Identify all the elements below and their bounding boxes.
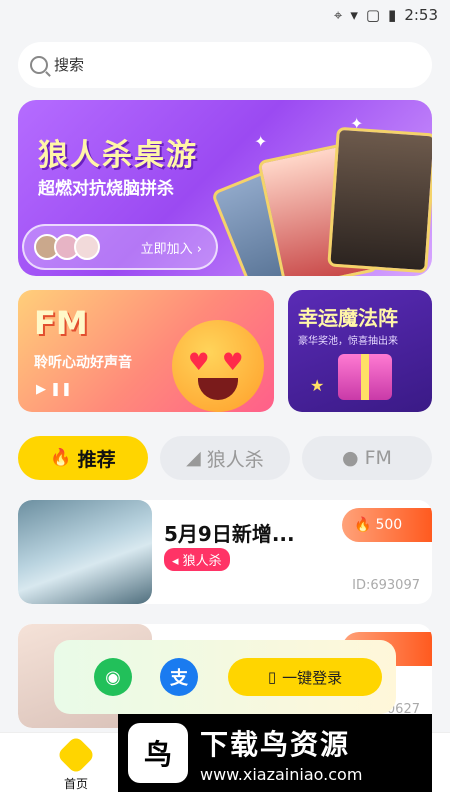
wechat-login-button[interactable]: ◉ [94,658,132,696]
avatar [74,234,100,260]
battery-icon: ▮ [388,6,397,24]
tab-label: 狼人杀 [206,448,264,471]
status-time: 2:53 [404,6,438,24]
room-card[interactable]: 5月9日新增... ◂ 狼人杀 🔥 500 ID:693097 [18,500,432,604]
tab-recommend[interactable]: 🔥 推荐 [18,436,148,480]
bird-logo-icon: 鸟 [128,723,188,783]
fm-subtitle: 聆听心动好声音 [34,355,132,371]
location-icon: ⌖ [333,6,343,24]
fm-card[interactable]: FM 聆听心动好声音 ▶ ❚❚ ♥ ♥ [18,290,274,412]
room-id: ID:693097 [352,578,420,593]
room-tag: ◂ 狼人杀 [164,548,230,571]
wechat-icon: ◉ [105,666,121,688]
category-tabs: 🔥 推荐 ◢ 狼人杀 ● FM [18,436,432,482]
heart-eyes-emoji-icon: ♥ ♥ [172,320,264,412]
status-icons: ⌖ ▾ ▢ ▮ 2:53 [334,6,438,24]
watermark-text: 下载鸟资源 www.xiazainiao.com [200,723,362,784]
room-title: 5月9日新增... [164,522,295,546]
login-bar: ◉ 支 ▯ 一键登录 [54,640,396,714]
lucky-magic-card[interactable]: 幸运魔法阵 豪华奖池，惊喜抽出来 ★ [288,290,432,412]
wifi-icon: ▾ [350,6,358,24]
join-now-button[interactable]: 立即加入 › [22,224,218,270]
tab-fm[interactable]: ● FM [302,436,432,480]
alipay-login-button[interactable]: 支 [160,658,198,696]
tab-label: 推荐 [77,448,116,471]
watermark-url: www.xiazainiao.com [200,764,363,784]
phone-icon: ▯ [267,668,277,686]
fire-icon: 🔥 [354,517,372,533]
search-icon [30,56,48,74]
watermark-overlay: 鸟 下载鸟资源 www.xiazainiao.com [118,714,432,792]
mouth-shape [198,378,238,400]
room-thumbnail [18,500,152,604]
tab-werewolf[interactable]: ◢ 狼人杀 [160,436,290,480]
microphone-icon: ● [342,447,359,469]
no-sim-icon: ▢ [365,6,381,24]
search-input[interactable] [54,56,248,74]
werewolf-card-image [327,126,432,274]
werewolf-icon: ◢ [186,447,201,469]
werewolf-banner[interactable]: 狼人杀桌游 超燃对抗烧脑拼杀 ✦ ✦ 立即加入 › [18,100,432,276]
banner-subtitle: 超燃对抗烧脑拼杀 [38,179,174,199]
hot-count: 500 [375,517,403,533]
magic-title: 幸运魔法阵 [298,306,398,330]
watermark-name: 下载鸟资源 [200,727,351,761]
hot-badge: 🔥 500 [342,508,432,542]
gift-box-icon [338,354,392,400]
play-pause-icon: ▶ ❚❚ [36,382,72,397]
one-key-login-button[interactable]: ▯ 一键登录 [228,658,382,696]
heart-icon: ♥ [188,348,210,376]
magic-subtitle: 豪华奖池，惊喜抽出来 [298,336,398,347]
nav-home-label: 首页 [63,777,88,791]
heart-icon: ♥ [222,348,244,376]
join-now-label: 立即加入 › [140,241,202,257]
status-bar: ⌖ ▾ ▢ ▮ 2:53 [0,0,450,32]
one-key-login-label: 一键登录 [282,668,343,687]
nav-home[interactable]: 首页 [54,735,98,792]
search-bar[interactable] [18,42,432,88]
star-icon: ★ [310,376,325,395]
fm-title: FM [34,304,88,342]
tab-label: FM [364,447,392,469]
alipay-icon: 支 [170,668,188,689]
fire-icon: 🔥 [50,448,72,468]
banner-title: 狼人杀桌游 [38,138,198,173]
sparkle-icon: ✦ [254,132,268,151]
home-icon [56,735,96,775]
